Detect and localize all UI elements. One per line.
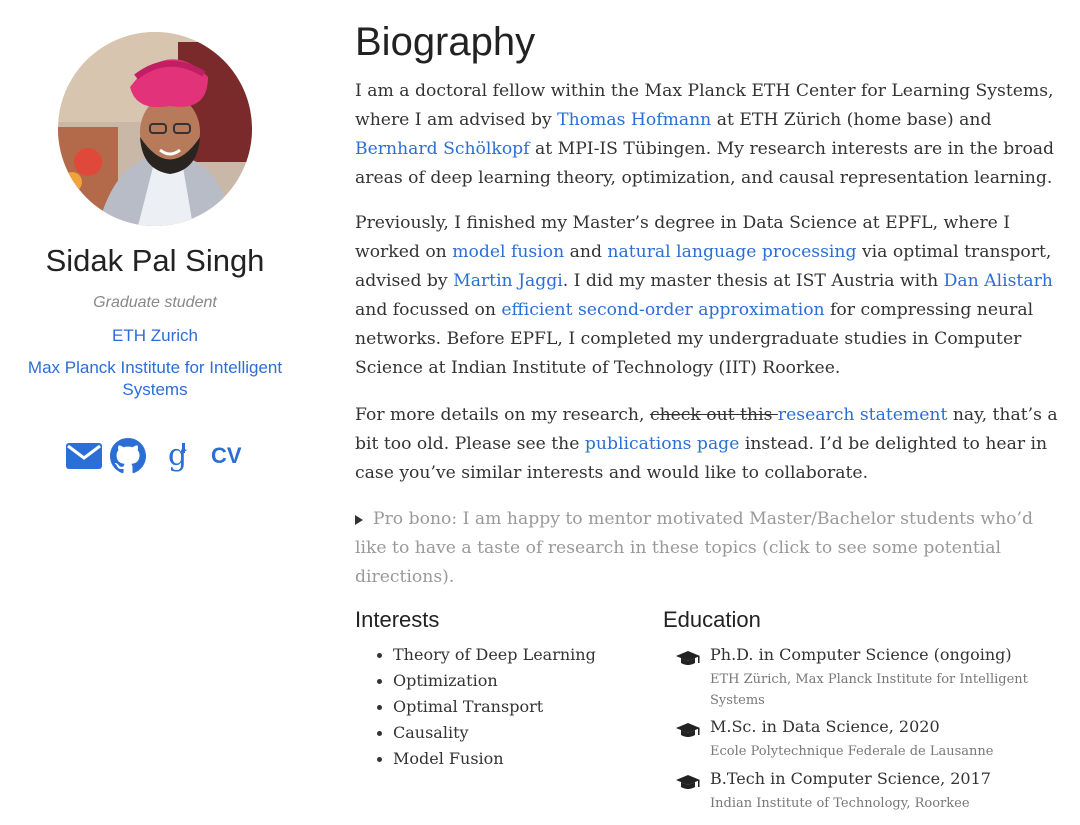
degree-title: M.Sc. in Data Science, 2020 [710, 717, 940, 736]
institution: Indian Institute of Technology, Roorkee [710, 796, 970, 811]
institution: ETH Zürich, Max Planck Institute for Int… [710, 672, 1028, 708]
graduation-cap-icon [676, 651, 700, 665]
alistarh-link[interactable]: Dan Alistarh [944, 271, 1053, 291]
model-fusion-link[interactable]: model fusion [452, 242, 564, 262]
github-icon[interactable] [110, 437, 146, 477]
bio-paragraph-3: For more details on my research, check o… [355, 401, 1067, 488]
jaggi-link[interactable]: Martin Jaggi [453, 271, 563, 291]
bio-text: and [564, 242, 608, 262]
list-item: Theory of Deep Learning [377, 642, 596, 668]
list-item: Optimization [377, 668, 596, 694]
degree-title: B.Tech in Computer Science, 2017 [710, 769, 991, 788]
avatar [58, 32, 252, 226]
education-heading: Education [663, 607, 761, 632]
list-item: Model Fusion [377, 746, 596, 772]
graduation-cap-icon [676, 775, 700, 789]
list-item: Causality [377, 720, 596, 746]
cv-link[interactable]: CV [211, 443, 242, 483]
research-statement-link[interactable]: research statement [778, 405, 948, 425]
education-item: Ph.D. in Computer Science (ongoing) ETH … [676, 645, 1066, 711]
second-order-link[interactable]: efficient second-order approximation [501, 300, 824, 320]
google-scholar-icon[interactable]: g [166, 437, 196, 477]
profile-role: Graduate student [93, 294, 217, 311]
page-title: Biography [355, 20, 536, 64]
disclosure-triangle-icon [355, 514, 363, 525]
bio-text: at ETH Zürich (home base) and [711, 110, 992, 130]
interests-heading: Interests [355, 607, 440, 632]
publications-link[interactable]: publications page [585, 434, 739, 454]
org-link-eth[interactable]: ETH Zurich [112, 326, 198, 345]
profile-name: Sidak Pal Singh [45, 243, 265, 278]
nlp-link[interactable]: natural language processing [607, 242, 856, 262]
bio-text: . I did my master thesis at IST Austria … [562, 271, 944, 291]
advisor-link-hofmann[interactable]: Thomas Hofmann [557, 110, 711, 130]
pro-bono-text: Pro bono: I am happy to mentor motivated… [355, 509, 1033, 587]
bio-paragraph-1: I am a doctoral fellow within the Max Pl… [355, 77, 1067, 193]
education-item: M.Sc. in Data Science, 2020 Ecole Polyte… [676, 717, 1066, 763]
strikethrough-text: check out this [649, 405, 778, 425]
bio-paragraph-2: Previously, I finished my Master’s degre… [355, 209, 1067, 383]
email-icon[interactable] [66, 437, 102, 477]
advisor-link-scholkopf[interactable]: Bernhard Schölkopf [355, 139, 530, 159]
bio-text: and focussed on [355, 300, 502, 320]
degree-title: Ph.D. in Computer Science (ongoing) [710, 645, 1012, 664]
list-item: Optimal Transport [377, 694, 596, 720]
org-link-mpi[interactable]: Max Planck Institute for Intelligent Sys… [28, 358, 282, 399]
graduation-cap-icon [676, 723, 700, 737]
interests-list: Theory of Deep Learning Optimization Opt… [355, 642, 596, 772]
pro-bono-disclosure[interactable]: Pro bono: I am happy to mentor motivated… [355, 505, 1067, 592]
bio-text: For more details on my research, [355, 405, 650, 425]
institution: Ecole Polytechnique Federale de Lausanne [710, 744, 994, 759]
education-item: B.Tech in Computer Science, 2017 Indian … [676, 769, 1066, 815]
